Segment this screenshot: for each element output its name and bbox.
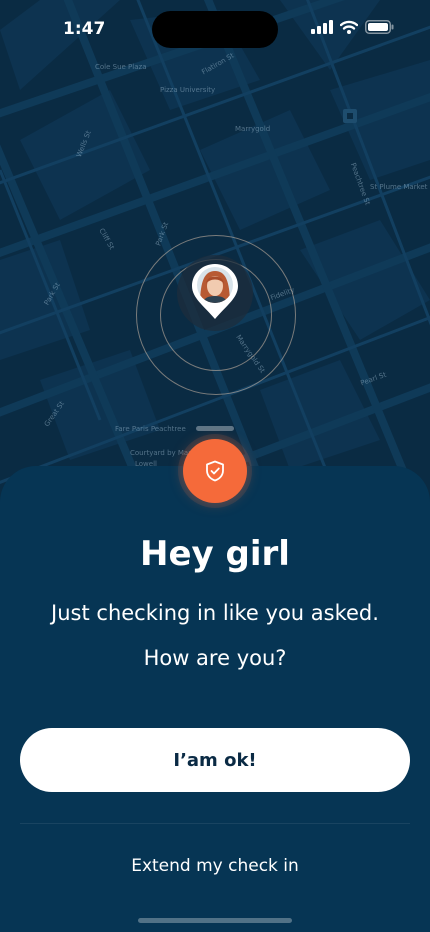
status-icons [311,20,394,34]
map-label: Marrygold [235,125,271,133]
battery-icon [365,20,394,34]
check-in-message: Just checking in like you asked. [51,601,379,625]
user-location-pin[interactable] [190,262,240,320]
map-label: St Plume Market [370,183,428,191]
sheet-handle[interactable] [196,426,234,431]
im-ok-button[interactable]: I’am ok! [20,728,410,792]
dynamic-island [152,11,278,48]
poi-marker-icon [343,109,357,123]
wifi-icon [340,20,358,34]
extend-check-in-button[interactable]: Extend my check in [0,856,430,876]
status-bar: 1:47 [0,0,430,58]
divider [20,823,410,824]
shield-check-icon [206,460,224,482]
signal-icon [311,20,333,34]
home-indicator[interactable] [138,918,292,923]
check-in-question: How are you? [143,646,287,670]
map-label: Cole Sue Plaza [95,63,147,71]
safety-shield-button[interactable] [183,439,247,503]
map-label: Pizza University [160,86,216,94]
map-label: Fare Paris Peachtree [115,425,186,433]
status-time: 1:47 [63,19,106,39]
sheet-title: Hey girl [140,534,290,574]
